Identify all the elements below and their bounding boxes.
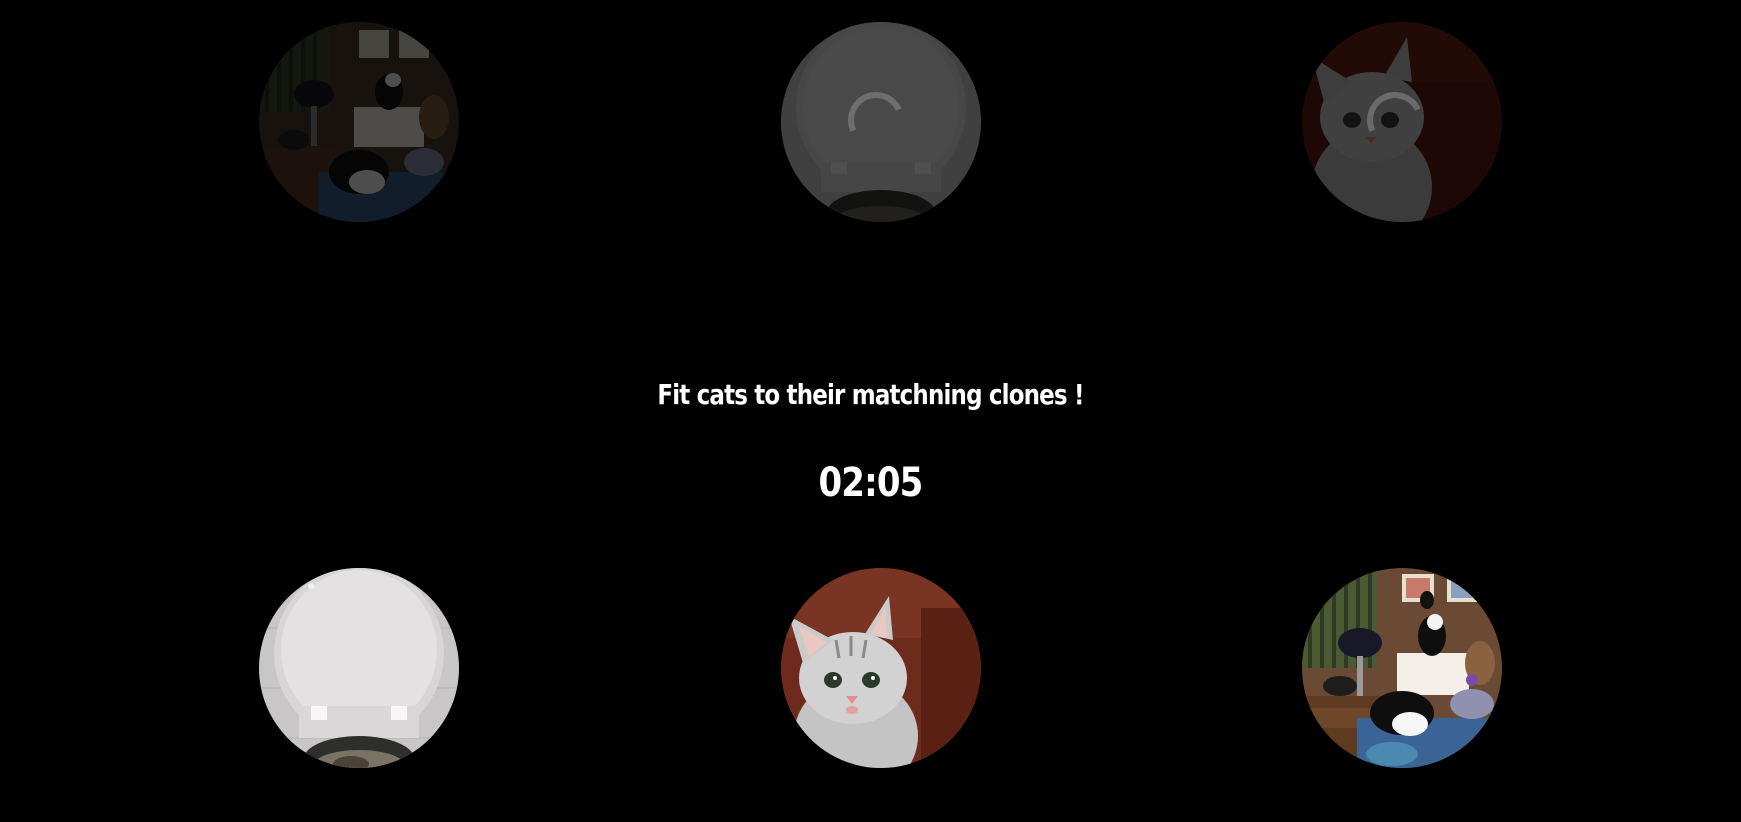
countdown-timer: 02:05 [818,460,924,506]
game-instruction: Fit cats to their matchning clones ! [657,378,1084,411]
draggable-piece-cats-bedroom[interactable] [1302,568,1502,768]
draggable-piece-toilet[interactable] [259,568,459,768]
draggable-piece-kitten[interactable] [781,568,981,768]
game-stage: Fit cats to their matchning clones ! 02:… [0,0,1741,822]
target-slot-cats-bedroom[interactable] [259,22,459,222]
kitten-image [781,568,981,768]
toilet-seat-image [259,568,459,768]
cats-in-bedroom-image [259,22,459,222]
cats-in-bedroom-image [1302,568,1502,768]
